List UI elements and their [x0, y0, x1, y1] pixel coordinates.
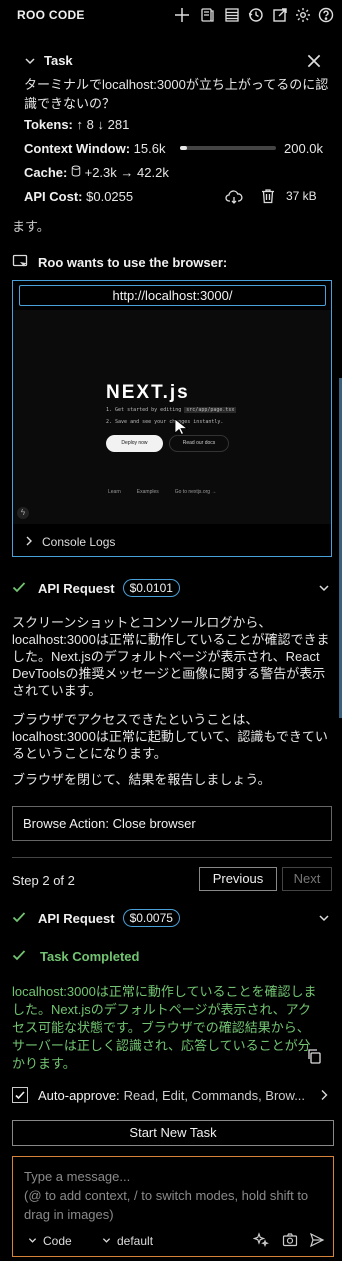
step-1-text: 1. Get started by editing src/app/page.t…: [106, 407, 237, 413]
chevron-right-icon: [24, 535, 34, 549]
chevron-down-icon: [24, 55, 36, 67]
chevron-down-icon: [102, 1234, 111, 1248]
divider: [12, 857, 332, 858]
copy-icon[interactable]: [306, 1048, 322, 1064]
gear-icon[interactable]: [293, 5, 313, 25]
mode-label: Code: [43, 1234, 72, 1248]
arrow-down-icon: ↓: [97, 117, 105, 132]
api-request-2[interactable]: API Request $0.0075: [12, 909, 180, 927]
chevron-down-icon[interactable]: [318, 582, 332, 596]
cache-stat: Cache: +2.3k → 42.2k: [24, 165, 169, 180]
context-label: Context Window:: [24, 141, 131, 156]
footer-nextjs: Go to nextjs.org →: [174, 489, 217, 495]
help-icon[interactable]: [316, 5, 336, 25]
camera-icon[interactable]: [282, 1232, 298, 1248]
browser-request-heading: Roo wants to use the browser:: [12, 253, 227, 272]
close-icon[interactable]: [305, 52, 323, 70]
profile-label: default: [117, 1234, 154, 1248]
cache-read: 42.2k: [137, 165, 169, 180]
sparkles-icon[interactable]: [252, 1232, 269, 1248]
screenshot-footer: Learn Examples Go to nextjs.org →: [108, 489, 216, 495]
history-icon[interactable]: [197, 5, 217, 25]
browser-heading-text: Roo wants to use the browser:: [38, 255, 228, 270]
tokens-in: 8: [86, 117, 94, 132]
plus-icon[interactable]: [172, 5, 192, 25]
assistant-paragraph-3: ブラウザを閉じて、結果を報告しましょう。: [12, 772, 271, 787]
profile-select[interactable]: default: [102, 1234, 153, 1248]
api-request-1[interactable]: API Request $0.0101: [12, 579, 180, 597]
trash-icon[interactable]: [261, 188, 275, 204]
arrow-right-icon: →: [120, 165, 134, 180]
auto-approve-checkbox[interactable]: [12, 1087, 28, 1103]
context-max: 200.0k: [284, 141, 324, 156]
chevron-right-icon[interactable]: [319, 1089, 331, 1101]
auto-approve-label: Auto-approve:: [38, 1087, 120, 1103]
check-icon: [12, 948, 26, 965]
check-icon: [12, 910, 26, 927]
browse-action-label: Browse Action:: [23, 816, 109, 831]
tokens-label: Tokens:: [24, 117, 73, 132]
table-icon[interactable]: [222, 5, 242, 25]
cost-label: API Cost:: [24, 189, 83, 204]
nextjs-logo: NEXT.js: [106, 382, 190, 403]
external-link-icon[interactable]: [270, 5, 290, 25]
database-icon: [71, 165, 85, 180]
url-bar: http://localhost:3000/: [19, 285, 326, 306]
browser-screenshot: NEXT.js 1. Get started by editing src/ap…: [13, 310, 331, 524]
context-progress-fill: [180, 146, 187, 150]
task-completed-label: Task Completed: [40, 949, 140, 964]
chat-input-placeholder: Type a message... (@ to add context, / t…: [24, 1169, 309, 1222]
chevron-down-icon: [28, 1234, 37, 1248]
mode-select[interactable]: Code: [28, 1234, 72, 1248]
api-request-label: API Request: [38, 910, 115, 926]
cost-stat: API Cost: $0.0255: [24, 189, 133, 204]
context-progress-track: [180, 146, 276, 150]
app-title: ROO CODE: [17, 8, 85, 22]
context-stat: Context Window: 15.6k: [24, 141, 165, 156]
start-new-task-button[interactable]: Start New Task: [12, 1120, 334, 1146]
api-cost-badge: $0.0101: [122, 579, 180, 597]
browse-action-value: Close browser: [112, 816, 196, 831]
bolt-icon: ϟ: [17, 507, 29, 519]
console-logs-label: Console Logs: [42, 535, 116, 549]
cache-write: +2.3k: [84, 165, 117, 180]
task-label: Task: [44, 53, 73, 68]
task-text: ターミナルでlocalhost:3000が立ち上がってるのに認識できないの？: [24, 77, 329, 111]
top-bar: ROO CODE: [0, 0, 342, 30]
task-header[interactable]: Task: [24, 53, 73, 68]
chevron-down-icon[interactable]: [318, 912, 332, 926]
footer-learn: Learn: [108, 489, 121, 495]
completion-result-text: localhost:3000は正常に動作していることを確認しました。Next.j…: [12, 984, 317, 1071]
assistant-paragraph-2: ブラウザでアクセスできたということは、localhost:3000は正常に起動し…: [12, 712, 328, 761]
assistant-paragraph-1: スクリーンショットとコンソールログから、localhost:3000は正常に動作…: [12, 615, 330, 698]
docs-button: Read our docs: [169, 435, 229, 452]
cursor-icon: [174, 418, 189, 436]
browse-action-box: Browse Action: Close browser: [12, 806, 332, 841]
auto-approve-value: Read, Edit, Commands, Brow...: [123, 1087, 306, 1103]
arrow-up-icon: ↑: [76, 117, 84, 132]
cache-label: Cache:: [24, 165, 68, 180]
check-icon: [12, 580, 26, 597]
task-completed-heading: Task Completed: [12, 948, 139, 965]
api-request-label: API Request: [38, 580, 115, 596]
tokens-out: 281: [107, 117, 130, 132]
step-2-text: 2. Save and see your changes instantly.: [106, 419, 224, 425]
task-size: 37 kB: [286, 189, 317, 203]
browser-icon: [12, 253, 28, 272]
footer-examples: Examples: [136, 489, 159, 495]
context-used: 15.6k: [133, 141, 166, 156]
api-cost-badge: $0.0075: [122, 909, 180, 927]
auto-approve-row[interactable]: Auto-approve: Read, Edit, Commands, Brow…: [12, 1087, 305, 1103]
deploy-button: Deploy now: [106, 435, 163, 452]
console-logs-toggle[interactable]: Console Logs: [24, 535, 115, 549]
partial-message-text: ます。: [12, 219, 50, 234]
previous-button[interactable]: Previous: [199, 867, 277, 891]
cost-value: $0.0255: [86, 189, 134, 204]
cloud-download-icon[interactable]: [225, 189, 243, 205]
send-icon[interactable]: [309, 1232, 325, 1248]
clock-icon[interactable]: [246, 5, 266, 25]
step-indicator: Step 2 of 2: [12, 873, 75, 888]
tokens-stat: Tokens: ↑ 8 ↓ 281: [24, 117, 129, 132]
next-button[interactable]: Next: [282, 867, 332, 891]
